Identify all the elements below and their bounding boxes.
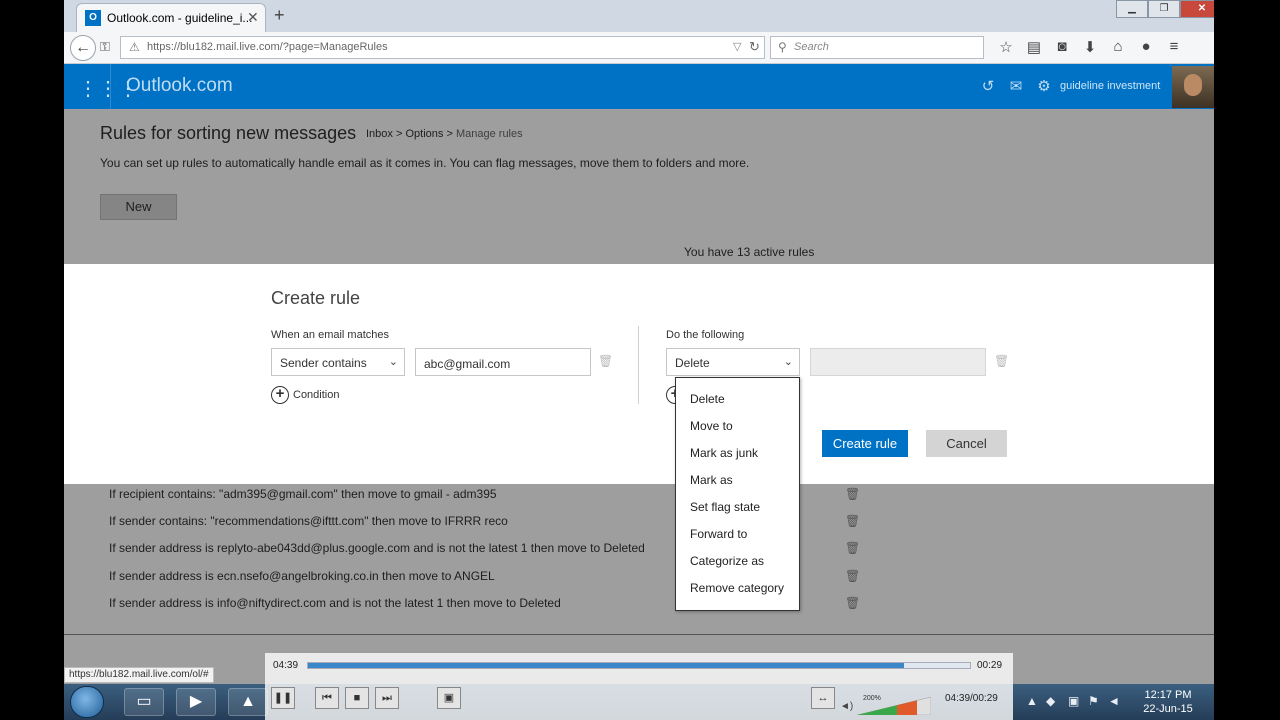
close-window-icon[interactable]: ✕ [1180, 0, 1214, 18]
clock-time: 12:17 PM [1144, 689, 1192, 701]
menu-icon[interactable]: ≡ [1160, 38, 1188, 56]
menu-item-delete[interactable]: Delete [690, 392, 725, 406]
browser-toolbar-icons: ☆ ▤ ◙ ⬇ ⌂ ● ≡ [992, 38, 1188, 56]
browser-tab[interactable]: O Outlook.com - guideline_i... ✕ [76, 3, 266, 32]
action-select-value: Delete [675, 356, 710, 370]
tab-strip: O Outlook.com - guideline_i... ✕ + ▁ ❐ ✕ [64, 0, 1214, 32]
volume-percent: 200% [863, 695, 881, 702]
screen: O Outlook.com - guideline_i... ✕ + ▁ ❐ ✕… [64, 0, 1214, 720]
window-controls: ▁ ❐ ✕ [1116, 0, 1214, 18]
new-tab-icon[interactable]: + [274, 5, 285, 26]
column-divider [638, 326, 639, 404]
home-icon[interactable]: ⌂ [1104, 38, 1132, 56]
messenger-icon[interactable]: ✉ [1002, 77, 1030, 95]
menu-item-forward-to[interactable]: Forward to [690, 527, 747, 541]
chevron-down-icon: ⌄ [783, 356, 793, 368]
add-condition-icon[interactable]: + [271, 386, 289, 404]
loop-icon[interactable]: ↔ [811, 687, 835, 709]
delete-condition-icon[interactable]: 🗑 [598, 354, 613, 368]
seek-bar-fill [308, 663, 904, 668]
back-icon[interactable]: ← [70, 35, 96, 61]
outlook-favicon-icon: O [85, 10, 101, 26]
seek-bar[interactable] [307, 662, 971, 669]
previous-icon[interactable]: ⏮ [315, 687, 339, 709]
clock[interactable]: 12:17 PM 22-Jun-15 [1138, 688, 1198, 716]
menu-item-remove-category[interactable]: Remove category [690, 581, 784, 595]
search-input[interactable]: ⚲ Search [770, 36, 984, 59]
maximize-icon[interactable]: ❐ [1148, 0, 1180, 18]
header-divider [110, 64, 111, 109]
when-label: When an email matches [271, 329, 389, 341]
shield-icon[interactable]: ◆ [1046, 694, 1055, 708]
clock-date: 22-Jun-15 [1143, 703, 1193, 715]
search-icon: ⚲ [778, 40, 787, 54]
create-rule-dialog: Create rule When an email matches Sender… [64, 264, 1214, 484]
elapsed-time: 04:39 [273, 660, 299, 671]
dropdown-arrow-icon[interactable]: ▽ [733, 40, 741, 53]
flag-icon[interactable]: ⚑ [1088, 694, 1099, 708]
add-condition-label[interactable]: Condition [293, 389, 339, 401]
action-value-input [810, 348, 986, 376]
minimize-icon[interactable]: ▁ [1116, 0, 1148, 18]
tab-title: Outlook.com - guideline_i... [107, 11, 253, 25]
condition-value-text: abc@gmail.com [424, 357, 511, 371]
menu-item-move-to[interactable]: Move to [690, 419, 733, 433]
action-dropdown-menu: Delete Move to Mark as junk Mark as Set … [675, 377, 800, 611]
next-icon[interactable]: ⏭ [375, 687, 399, 709]
key-icon: ⚿ [100, 39, 110, 54]
media-player-icon[interactable]: ▶ [176, 688, 216, 716]
delete-action-icon[interactable]: 🗑 [994, 354, 1009, 368]
action-select[interactable]: Delete ⌄ [666, 348, 800, 376]
speaker-icon[interactable]: ◄ [1108, 694, 1120, 708]
video-letterbox-right [1214, 0, 1280, 720]
stop-icon[interactable]: ■ [345, 687, 369, 709]
fullscreen-icon[interactable]: ▣ [437, 687, 461, 709]
chevron-down-icon: ⌄ [388, 356, 398, 368]
condition-select[interactable]: Sender contains ⌄ [271, 348, 405, 376]
close-tab-icon[interactable]: ✕ [247, 9, 259, 26]
media-player-controls: 04:39 00:29 ❚❚ ⏮ ■ ⏭ ▣ ↔ ◄) 200% 04:39/0… [265, 653, 1013, 720]
pause-icon[interactable]: ❚❚ [271, 687, 295, 709]
pocket-icon[interactable]: ◙ [1048, 38, 1076, 56]
header-icons: ↺ ✉ ⚙ [974, 77, 1058, 95]
remaining-time: 00:29 [977, 660, 1003, 671]
do-label: Do the following [666, 329, 745, 341]
volume-icon[interactable]: ◄) [840, 701, 853, 712]
search-placeholder: Search [794, 41, 829, 53]
undo-icon[interactable]: ↺ [974, 77, 1002, 95]
dialog-title: Create rule [271, 288, 361, 308]
condition-value-input[interactable]: abc@gmail.com [415, 348, 591, 376]
explorer-icon[interactable]: ▭ [124, 688, 164, 716]
menu-item-mark-as-junk[interactable]: Mark as junk [690, 446, 758, 460]
user-name[interactable]: guideline investment [1060, 80, 1160, 92]
warning-icon: ⚠ [129, 40, 140, 54]
menu-item-set-flag-state[interactable]: Set flag state [690, 500, 760, 514]
navigation-toolbar: ← ⚿ ⚠ https://blu182.mail.live.com/?page… [64, 32, 1214, 64]
time-counter: 04:39/00:29 [945, 693, 998, 704]
chat-icon[interactable]: ● [1132, 38, 1160, 56]
show-hidden-icons-icon[interactable]: ▲ [1026, 694, 1038, 708]
bookmark-star-icon[interactable]: ☆ [992, 38, 1020, 56]
video-letterbox-left [0, 0, 64, 720]
vlc-icon[interactable]: ▲ [228, 688, 268, 716]
outlook-brand[interactable]: Outlook.com [126, 75, 233, 97]
reload-icon[interactable]: ↻ [749, 39, 760, 55]
download-icon[interactable]: ⬇ [1076, 38, 1104, 56]
menu-item-mark-as[interactable]: Mark as [690, 473, 733, 487]
network-icon[interactable]: ▣ [1068, 694, 1079, 708]
menu-item-categorize-as[interactable]: Categorize as [690, 554, 764, 568]
url-bar[interactable]: ⚠ https://blu182.mail.live.com/?page=Man… [120, 36, 765, 59]
outlook-header: ⋮⋮⋮ Outlook.com ↺ ✉ ⚙ guideline investme… [64, 64, 1214, 109]
reading-list-icon[interactable]: ▤ [1020, 38, 1048, 56]
url-text: https://blu182.mail.live.com/?page=Manag… [147, 41, 388, 53]
status-bar-link: https://blu182.mail.live.com/ol/# [64, 667, 214, 683]
avatar[interactable] [1172, 66, 1214, 108]
gear-icon[interactable]: ⚙ [1030, 77, 1058, 95]
cancel-button[interactable]: Cancel [926, 430, 1007, 457]
condition-select-value: Sender contains [280, 356, 367, 370]
create-rule-button[interactable]: Create rule [822, 430, 908, 457]
start-button[interactable] [70, 686, 104, 718]
